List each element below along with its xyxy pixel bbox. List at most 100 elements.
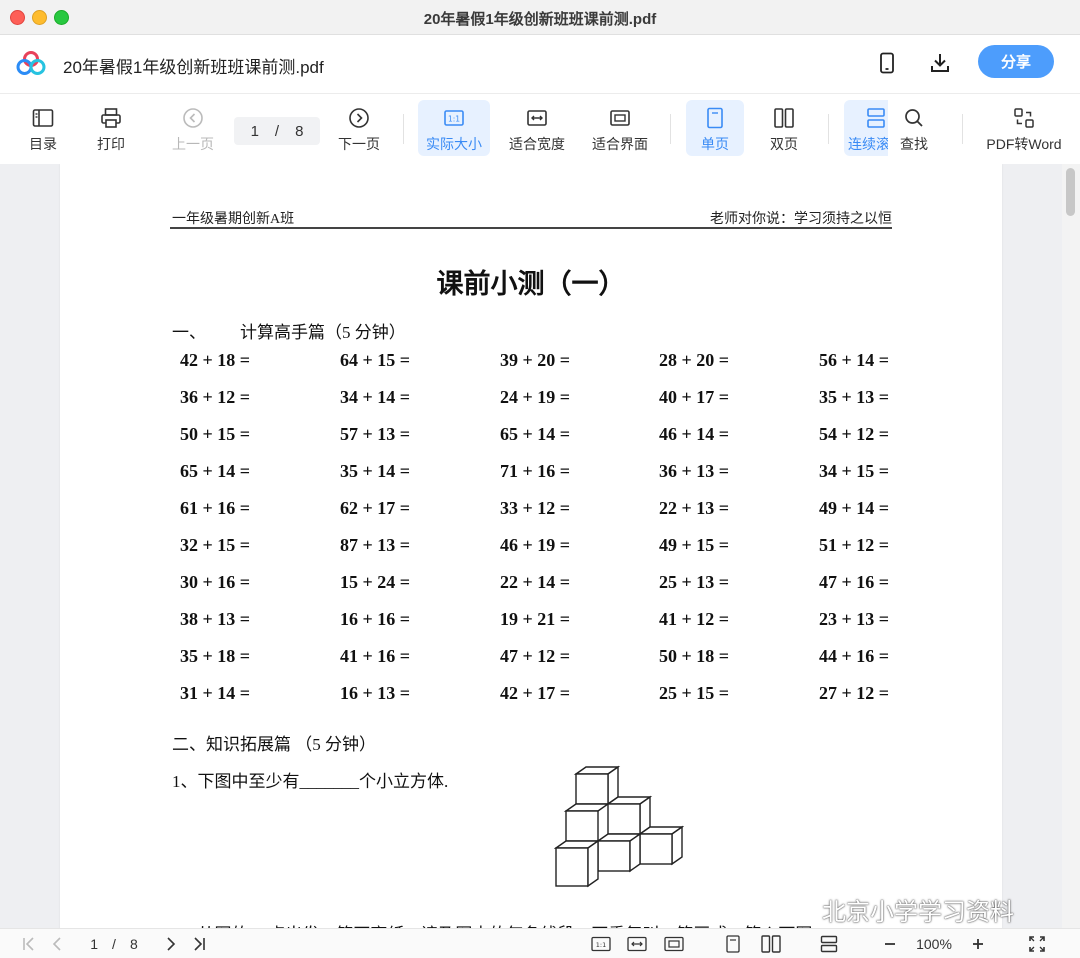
zoom-out-icon[interactable] (880, 934, 900, 954)
equation-item: 56 + 14 = (819, 350, 890, 370)
equation-item: 47 + 12 = (500, 646, 571, 666)
single-page-icon[interactable] (724, 934, 742, 954)
toc-icon (32, 109, 54, 127)
fit-width-icon[interactable] (626, 934, 648, 954)
continuous-scroll-icon (867, 108, 885, 128)
continuous-scroll-button[interactable]: 连续滚 (844, 100, 888, 156)
pdf-to-word-button[interactable]: PDF转Word (984, 100, 1064, 156)
status-page-total: 8 (129, 936, 138, 952)
document-viewport[interactable]: 一年级暑期创新A班 老师对你说：学习须持之以恒 课前小测（一） 一、 计算高手篇（… (0, 164, 1080, 928)
cube-stack-figure (554, 765, 684, 888)
page-number-input[interactable]: 1 / 8 (234, 117, 320, 145)
zoom-in-icon[interactable] (968, 934, 988, 954)
fit-page-button[interactable]: 适合界面 (588, 100, 652, 156)
double-page-label: 双页 (770, 136, 798, 152)
printer-icon (101, 108, 121, 128)
fit-page-icon[interactable] (663, 934, 685, 954)
toolbar-divider (828, 114, 829, 144)
status-page-separator: / (112, 936, 116, 952)
fullscreen-icon[interactable] (1026, 934, 1048, 954)
continuous-scroll-icon[interactable] (818, 934, 840, 954)
single-page-label: 单页 (701, 136, 729, 152)
actual-size-icon[interactable]: 1:1 (590, 934, 612, 954)
download-icon[interactable] (928, 51, 952, 75)
print-label: 打印 (97, 136, 125, 152)
equation-item: 42 + 17 = (500, 683, 571, 703)
watermark-text: 北京小学学习资料 (822, 898, 1014, 926)
equation-item: 32 + 15 = (180, 535, 251, 555)
find-button[interactable]: 查找 (894, 100, 934, 156)
equation-item: 15 + 24 = (340, 572, 411, 592)
window-titlebar: 20年暑假1年级创新班班课前测.pdf (0, 0, 1080, 35)
equation-item: 50 + 15 = (180, 424, 251, 444)
equation-item: 34 + 15 = (819, 461, 890, 481)
double-page-icon (774, 108, 794, 128)
vertical-scrollbar[interactable] (1062, 164, 1080, 928)
equation-item: 71 + 16 = (500, 461, 571, 481)
prev-page-icon[interactable] (48, 934, 66, 954)
app-logo-icon (16, 51, 46, 75)
prev-page-label: 上一页 (172, 136, 214, 152)
fit-page-label: 适合界面 (592, 136, 648, 152)
page-header-right: 老师对你说：学习须持之以恒 (710, 212, 892, 227)
actual-size-button[interactable]: 1:1 实际大小 (418, 100, 490, 156)
toolbar-divider (403, 114, 404, 144)
print-button[interactable]: 打印 (90, 100, 132, 156)
question-1: 1、下图中至少有_______个小立方体. (172, 772, 449, 791)
continuous-scroll-label: 连续滚 (848, 136, 888, 152)
single-page-button[interactable]: 单页 (686, 100, 744, 156)
next-page-button[interactable]: 下一页 (334, 100, 384, 156)
toolbar-divider (962, 114, 963, 144)
equation-item: 35 + 14 = (340, 461, 411, 481)
toc-label: 目录 (29, 136, 57, 152)
section-1-heading: 一、 计算高手篇（5 分钟） (172, 318, 406, 343)
equation-item: 57 + 13 = (340, 424, 411, 444)
equation-item: 64 + 15 = (340, 350, 411, 370)
share-button[interactable]: 分享 (978, 45, 1054, 78)
equation-item: 31 + 14 = (180, 683, 251, 703)
zoom-level[interactable]: 100% (906, 934, 962, 954)
toc-button[interactable]: 目录 (22, 100, 64, 156)
scrollbar-thumb[interactable] (1066, 168, 1075, 216)
equation-item: 61 + 16 = (180, 498, 251, 518)
equation-item: 35 + 18 = (180, 646, 251, 666)
equation-item: 22 + 13 = (659, 498, 730, 518)
equation-item: 27 + 12 = (819, 683, 890, 703)
equation-item: 28 + 20 = (659, 350, 730, 370)
app-header: 20年暑假1年级创新班班课前测.pdf 分享 (0, 35, 1080, 94)
next-page-icon[interactable] (162, 934, 180, 954)
pdf-page: 一年级暑期创新A班 老师对你说：学习须持之以恒 课前小测（一） 一、 计算高手篇（… (60, 164, 1002, 928)
equation-item: 51 + 12 = (819, 535, 890, 555)
equation-item: 65 + 14 = (180, 461, 251, 481)
equation-item: 39 + 20 = (500, 350, 571, 370)
equation-item: 23 + 13 = (819, 609, 890, 629)
equation-item: 34 + 14 = (340, 387, 411, 407)
equation-item: 30 + 16 = (180, 572, 251, 592)
equation-item: 65 + 14 = (500, 424, 571, 444)
equation-item: 35 + 13 = (819, 387, 890, 407)
fit-width-button[interactable]: 适合宽度 (505, 100, 569, 156)
wechat-icon (782, 897, 815, 922)
section-1-number: 一、 (172, 323, 206, 342)
equation-item: 16 + 13 = (340, 683, 411, 703)
equation-item: 42 + 18 = (180, 350, 251, 370)
first-page-icon[interactable] (20, 934, 38, 954)
equation-item: 41 + 16 = (340, 646, 411, 666)
double-page-icon[interactable] (760, 934, 782, 954)
section-1-title: 计算高手篇（5 分钟） (240, 323, 406, 342)
fit-page-icon (610, 110, 630, 126)
toolbar-divider (670, 114, 671, 144)
equation-item: 46 + 19 = (500, 535, 571, 555)
status-page-indicator[interactable]: 1 / 8 (80, 934, 148, 954)
actual-size-icon: 1:1 (444, 110, 464, 126)
equation-item: 36 + 12 = (180, 387, 251, 407)
double-page-button[interactable]: 双页 (763, 100, 805, 156)
svg-text:1:1: 1:1 (448, 115, 460, 124)
equation-item: 49 + 14 = (819, 498, 890, 518)
search-icon (905, 109, 923, 127)
equation-item: 36 + 13 = (659, 461, 730, 481)
last-page-icon[interactable] (190, 934, 208, 954)
mobile-icon[interactable] (875, 51, 899, 75)
page-current: 1 (250, 122, 259, 140)
prev-page-button[interactable]: 上一页 (168, 100, 218, 156)
